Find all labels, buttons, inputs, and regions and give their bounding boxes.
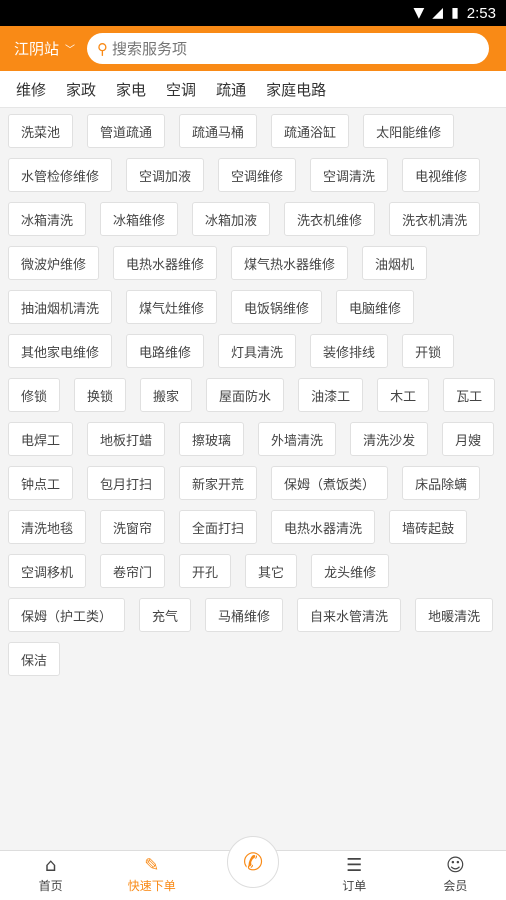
- service-tag[interactable]: 清洗沙发: [350, 422, 429, 456]
- nav-home[interactable]: ⌂ 首页: [0, 851, 101, 900]
- category-bar: 维修 家政 家电 空调 疏通 家庭电路: [0, 71, 506, 108]
- battery-icon: ▮: [451, 5, 459, 21]
- nav-home-label: 首页: [38, 879, 63, 893]
- service-tag[interactable]: 换锁: [74, 378, 127, 412]
- service-tag[interactable]: 自来水管清洗: [297, 598, 402, 632]
- nav-member-label: 会员: [443, 879, 468, 893]
- category-tab[interactable]: 家政: [66, 79, 96, 100]
- user-icon: ☺: [446, 855, 465, 876]
- service-tag[interactable]: 钟点工: [8, 466, 74, 500]
- search-box[interactable]: ⚲: [87, 33, 489, 64]
- service-tag[interactable]: 床品除螨: [402, 466, 481, 500]
- service-tag[interactable]: 月嫂: [442, 422, 495, 456]
- service-tag[interactable]: 空调加液: [126, 158, 205, 192]
- search-icon: ⚲: [97, 39, 108, 58]
- list-icon: ☰: [346, 855, 363, 876]
- service-tag[interactable]: 全面打扫: [179, 510, 258, 544]
- phone-icon: ✆: [242, 848, 264, 876]
- service-tag[interactable]: 电热水器维修: [113, 246, 218, 280]
- service-tag[interactable]: 装修排线: [310, 334, 389, 368]
- nav-orders[interactable]: ☰ 订单: [304, 851, 405, 900]
- category-tab[interactable]: 家电: [116, 79, 146, 100]
- service-tag[interactable]: 油烟机: [362, 246, 428, 280]
- service-tag[interactable]: 保姆（煮饭类）: [271, 466, 389, 500]
- service-tag[interactable]: 卷帘门: [100, 554, 166, 588]
- service-tag[interactable]: 墙砖起鼓: [389, 510, 468, 544]
- service-tag[interactable]: 洗菜池: [8, 114, 74, 148]
- category-tab[interactable]: 空调: [166, 79, 196, 100]
- service-tag[interactable]: 洗窗帘: [100, 510, 166, 544]
- category-tab[interactable]: 疏通: [216, 79, 246, 100]
- service-tag[interactable]: 电脑维修: [336, 290, 415, 324]
- service-tag[interactable]: 疏通马桶: [179, 114, 258, 148]
- service-tag[interactable]: 清洗地毯: [8, 510, 87, 544]
- service-tag[interactable]: 微波炉维修: [8, 246, 100, 280]
- status-bar: ▼ ◢ ▮ 2:53: [0, 0, 506, 26]
- service-tag[interactable]: 太阳能维修: [363, 114, 455, 148]
- service-tag[interactable]: 煤气灶维修: [126, 290, 218, 324]
- search-input[interactable]: [112, 39, 412, 58]
- service-tag[interactable]: 洗衣机维修: [284, 202, 376, 236]
- service-tag[interactable]: 电饭锅维修: [231, 290, 323, 324]
- category-tab[interactable]: 维修: [16, 79, 46, 100]
- service-tag[interactable]: 其他家电维修: [8, 334, 113, 368]
- service-tag[interactable]: 新家开荒: [179, 466, 258, 500]
- service-tag[interactable]: 疏通浴缸: [271, 114, 350, 148]
- service-tag[interactable]: 空调维修: [218, 158, 297, 192]
- nav-orders-label: 订单: [342, 879, 367, 893]
- service-tag[interactable]: 保洁: [8, 642, 61, 676]
- service-tag[interactable]: 电视维修: [402, 158, 481, 192]
- service-tag[interactable]: 屋面防水: [206, 378, 285, 412]
- service-tag[interactable]: 其它: [245, 554, 298, 588]
- home-icon: ⌂: [44, 855, 57, 876]
- service-tag[interactable]: 木工: [377, 378, 430, 412]
- edit-icon: ✎: [144, 855, 160, 876]
- status-time: 2:53: [466, 4, 496, 22]
- service-tag[interactable]: 搬家: [140, 378, 193, 412]
- service-tag[interactable]: 油漆工: [298, 378, 364, 412]
- service-tag[interactable]: 管道疏通: [87, 114, 166, 148]
- service-tag[interactable]: 地板打蜡: [87, 422, 166, 456]
- service-tag-grid: 洗菜池 管道疏通 疏通马桶 疏通浴缸 太阳能维修水管检修维修 空调加液 空调维修 空调清洗 电视…: [8, 114, 500, 676]
- service-tag[interactable]: 修锁: [8, 378, 61, 412]
- wifi-icon: ▼: [413, 5, 425, 21]
- service-tag[interactable]: 龙头维修: [311, 554, 390, 588]
- service-tag[interactable]: 冰箱加液: [192, 202, 271, 236]
- service-tag[interactable]: 冰箱维修: [100, 202, 179, 236]
- nav-quick-order-label: 快速下单: [127, 879, 176, 893]
- service-tag[interactable]: 水管检修维修: [8, 158, 113, 192]
- service-tag[interactable]: 擦玻璃: [179, 422, 245, 456]
- service-tag[interactable]: 灯具清洗: [218, 334, 297, 368]
- city-label: 江阴站: [14, 40, 60, 58]
- signal-icon: ◢: [432, 5, 444, 21]
- nav-member[interactable]: ☺ 会员: [405, 851, 506, 900]
- nav-quick-order[interactable]: ✎ 快速下单: [101, 851, 202, 900]
- category-tab[interactable]: 家庭电路: [266, 79, 326, 100]
- service-tag[interactable]: 马桶维修: [205, 598, 284, 632]
- service-tag[interactable]: 充气: [139, 598, 192, 632]
- service-tag[interactable]: 空调移机: [8, 554, 87, 588]
- service-tag[interactable]: 电路维修: [126, 334, 205, 368]
- service-tag[interactable]: 空调清洗: [310, 158, 389, 192]
- service-tag[interactable]: 煤气热水器维修: [231, 246, 349, 280]
- service-tag[interactable]: 瓦工: [443, 378, 496, 412]
- service-tag[interactable]: 保姆（护工类）: [8, 598, 126, 632]
- service-tag[interactable]: 冰箱清洗: [8, 202, 87, 236]
- service-tag[interactable]: 包月打扫: [87, 466, 166, 500]
- chevron-down-icon: ﹀: [65, 45, 76, 56]
- service-tag[interactable]: 抽油烟机清洗: [8, 290, 113, 324]
- service-tag[interactable]: 地暖清洗: [415, 598, 494, 632]
- phone-call-button[interactable]: ✆: [227, 836, 279, 888]
- service-tag[interactable]: 电热水器清洗: [271, 510, 376, 544]
- service-tag[interactable]: 开锁: [402, 334, 455, 368]
- service-tag[interactable]: 外墙清洗: [258, 422, 337, 456]
- header: 江阴站 ﹀ ⚲: [0, 26, 506, 71]
- city-selector[interactable]: 江阴站 ﹀: [0, 38, 87, 59]
- service-tag[interactable]: 开孔: [179, 554, 232, 588]
- service-tag[interactable]: 洗衣机清洗: [389, 202, 481, 236]
- service-tag[interactable]: 电焊工: [8, 422, 74, 456]
